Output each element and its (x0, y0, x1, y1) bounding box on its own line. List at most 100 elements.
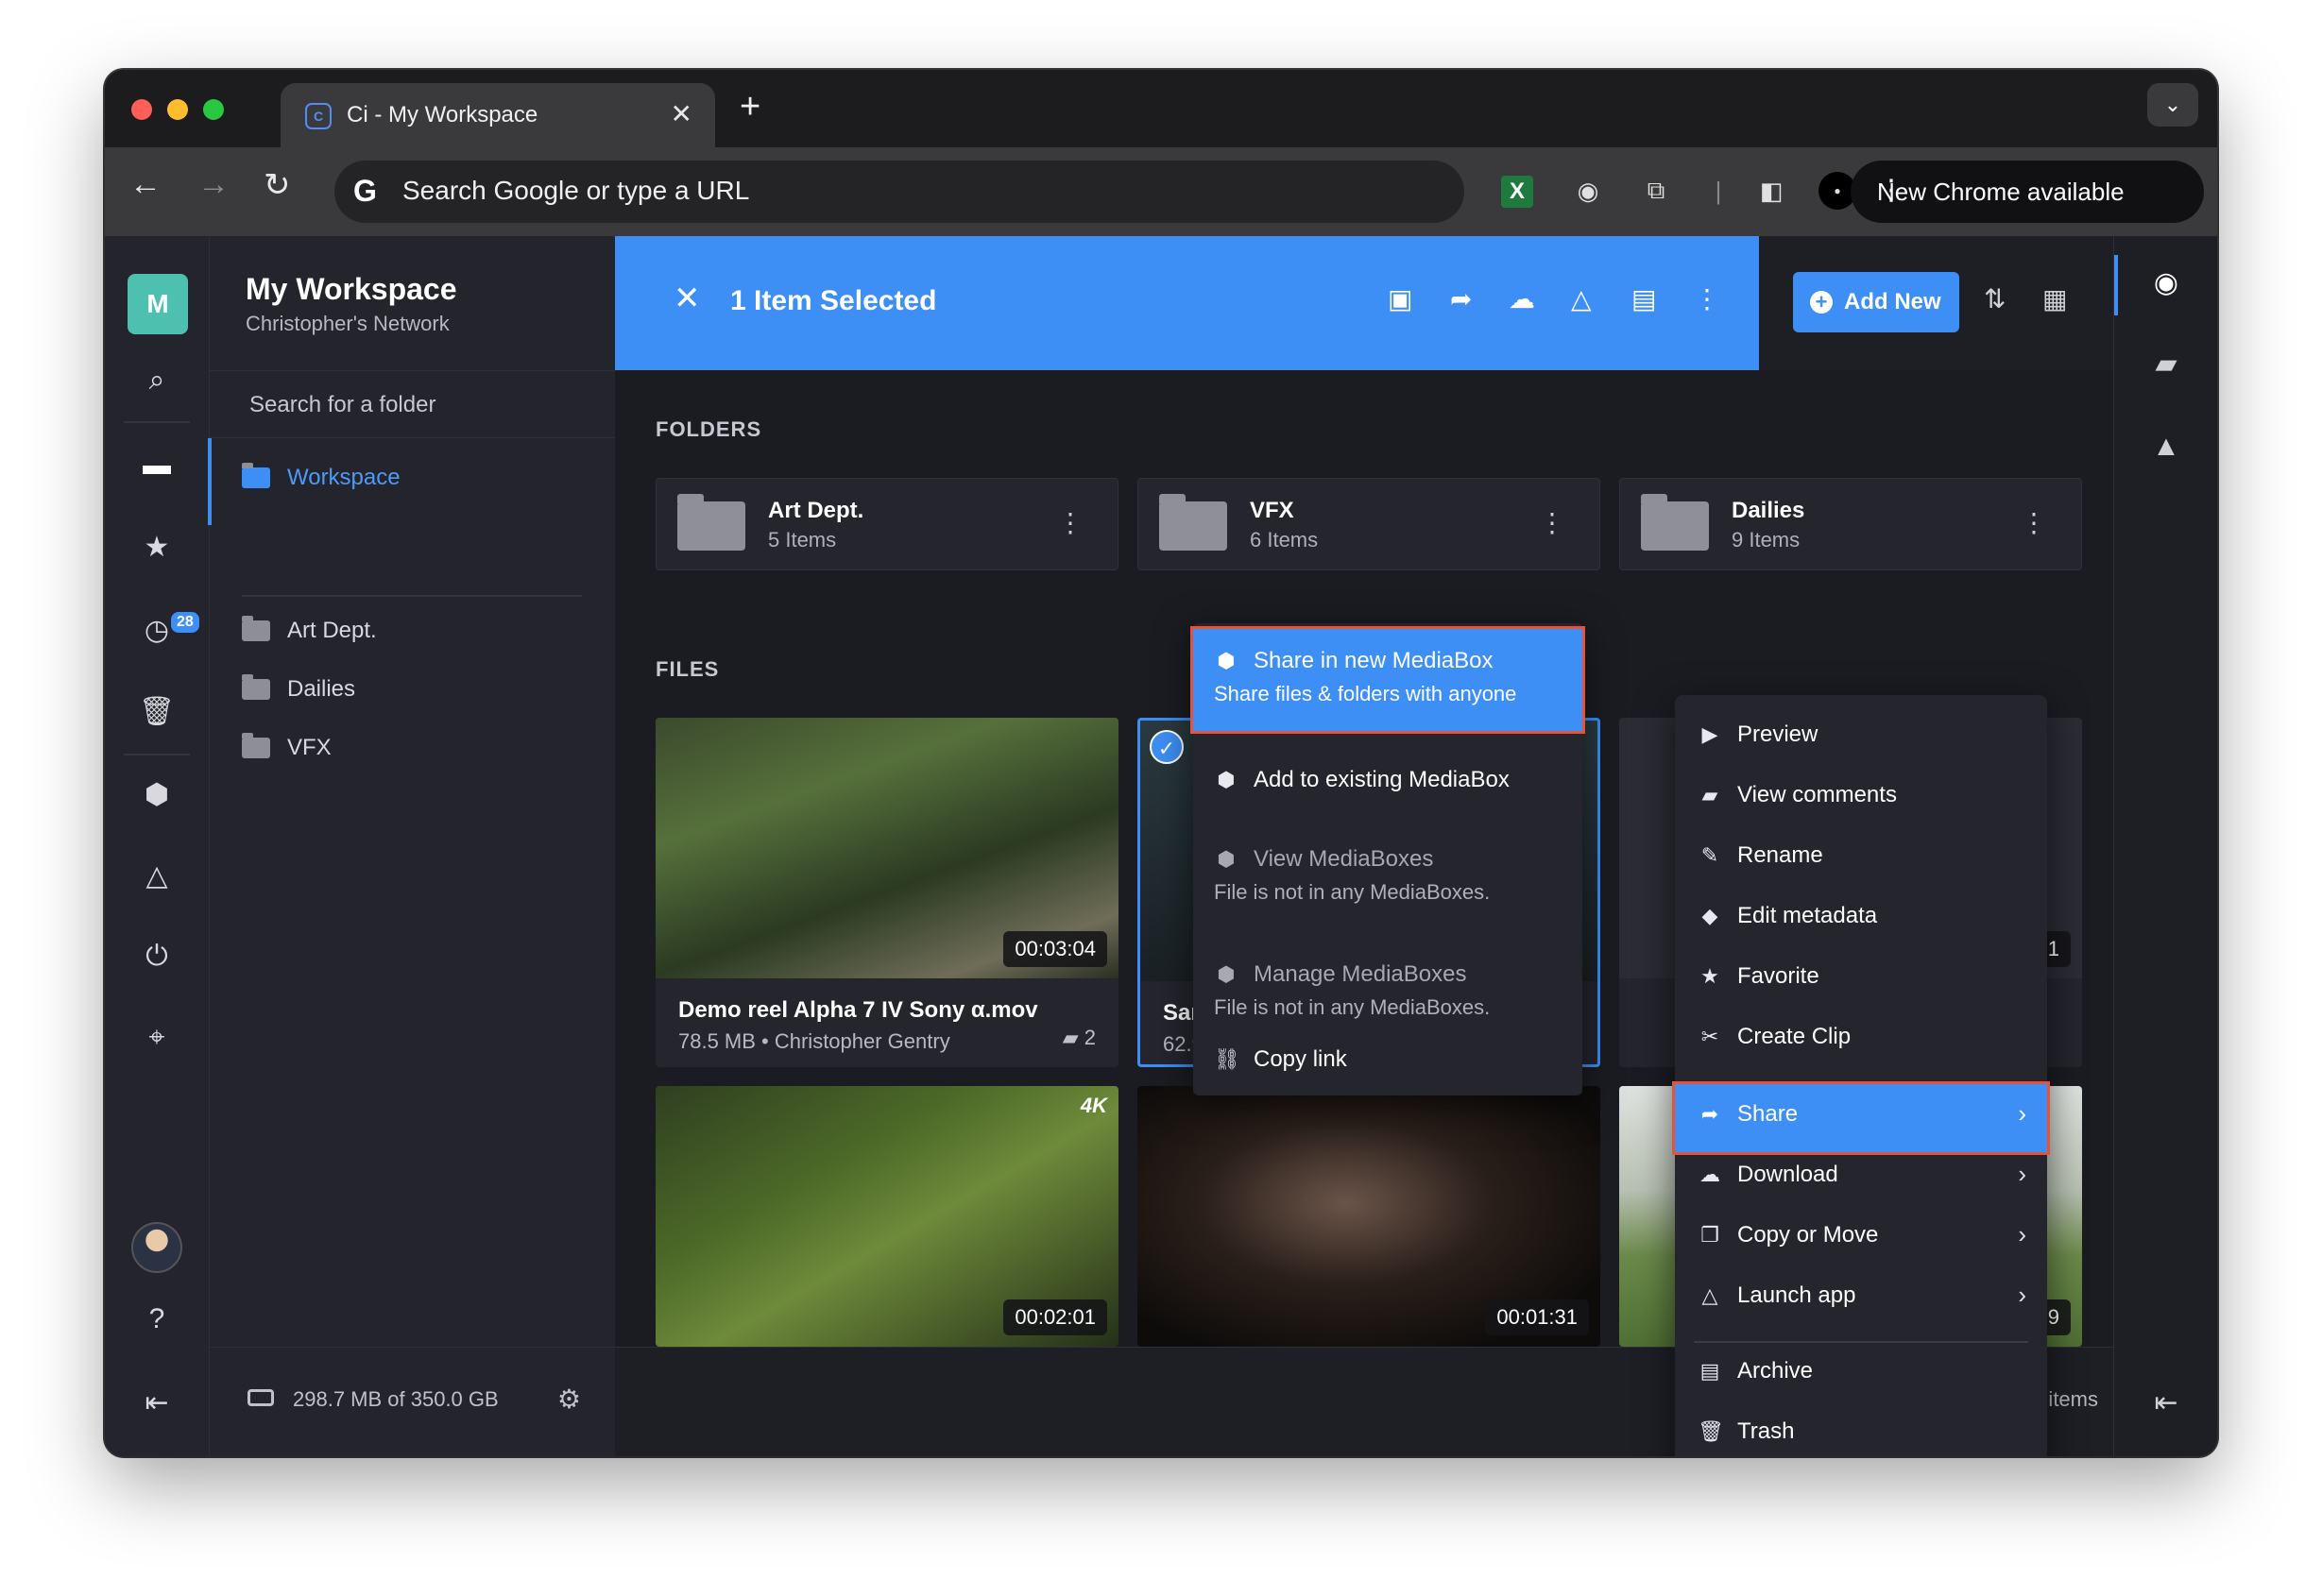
eye-icon[interactable]: ◉ (2114, 266, 2217, 299)
view-comments-item[interactable]: ▰ View comments (1698, 782, 1897, 808)
pencil-icon: ✎ (1700, 843, 1719, 867)
launch-app-item[interactable]: △ Launch app (1698, 1282, 1856, 1309)
excel-extension-icon[interactable]: X (1501, 176, 1533, 208)
create-clip-item[interactable]: ✂ Create Clip (1698, 1024, 1851, 1050)
mediabox-cube-icon: ⬢ (1217, 962, 1236, 986)
back-arrow-icon[interactable]: ← (129, 166, 162, 203)
folder-card[interactable]: VFX 6 Items ⋮ (1137, 478, 1600, 570)
share-in-new-mediabox-item[interactable] (1190, 626, 1585, 734)
selected-check-icon[interactable]: ✓ (1150, 730, 1184, 764)
folder-icon[interactable]: ▬ (105, 450, 209, 482)
archive-icon[interactable]: ▤ (1631, 283, 1656, 314)
image-icon[interactable]: ▣ (1388, 283, 1412, 314)
cloud-download-icon[interactable]: ☁ (1509, 283, 1535, 314)
view-mediaboxes-item[interactable]: ⬢ View MediaBoxes (1214, 846, 1433, 873)
minimize-window-button[interactable] (167, 99, 188, 120)
share-item[interactable]: ➦ Share (1698, 1101, 1798, 1128)
comment-count-value: 2 (1084, 1026, 1096, 1049)
kebab-menu-icon[interactable]: ⋮ (1694, 283, 1720, 314)
file-card[interactable]: 00:01:31 (1137, 1086, 1600, 1347)
help-icon[interactable]: ? (105, 1303, 209, 1335)
launch-app-icon[interactable]: △ (1571, 283, 1592, 314)
grammarly-extension-icon[interactable]: ◉ (1569, 172, 1607, 210)
preview-item[interactable]: ▶ Preview (1698, 722, 1818, 748)
sidebar-item-vfx[interactable]: VFX (242, 733, 332, 761)
user-avatar[interactable] (131, 1222, 182, 1273)
forward-arrow-icon[interactable]: → (197, 166, 230, 203)
sidebar-item-dailies[interactable]: Dailies (242, 674, 355, 703)
close-tab-icon[interactable]: ✕ (671, 98, 692, 129)
new-chrome-available-button[interactable]: New Chrome available ⋮ (1851, 161, 2204, 223)
launch-app-icon[interactable]: △ (105, 859, 209, 892)
address-bar[interactable]: G Search Google or type a URL (334, 161, 1464, 223)
collapse-sidebar-icon[interactable]: ⇤ (105, 1386, 209, 1419)
manage-mediaboxes-item[interactable]: ⬢ Manage MediaBoxes (1214, 961, 1466, 988)
share-arrow-icon: ➦ (1700, 1102, 1719, 1126)
sidebar-item-art-dept[interactable]: Art Dept. (242, 616, 377, 644)
copy-link-item[interactable]: ⛓ Copy link (1214, 1046, 1347, 1073)
copy-or-move-item[interactable]: ❐ Copy or Move (1698, 1222, 1878, 1248)
folder-icon (242, 463, 270, 488)
folder-search-placeholder: Search for a folder (249, 392, 436, 417)
download-item[interactable]: ☁ Download (1698, 1162, 1838, 1188)
tab-search-button[interactable]: ⌄ (2147, 83, 2198, 127)
extensions-puzzle-icon[interactable]: ⧉ (1637, 172, 1675, 210)
kebab-menu-icon[interactable]: ⋮ (2021, 507, 2047, 538)
reload-icon[interactable]: ↻ (264, 166, 291, 204)
folder-card[interactable]: Art Dept. 5 Items ⋮ (656, 478, 1118, 570)
address-bar-placeholder: Search Google or type a URL (402, 176, 750, 205)
add-new-button[interactable]: + Add New (1793, 272, 1959, 332)
gear-icon[interactable]: ⚙ (557, 1384, 581, 1415)
grid-view-icon[interactable]: ▦ (2042, 283, 2067, 314)
workspace-avatar[interactable]: M (128, 274, 188, 334)
star-icon[interactable]: ★ (105, 531, 209, 564)
target-icon[interactable]: ⌖ (105, 1022, 209, 1054)
share-submenu: ⬢ Share in new MediaBox Share files & fo… (1190, 623, 1585, 1095)
active-indicator (208, 438, 212, 525)
menu-label: Copy link (1254, 1046, 1347, 1072)
kebab-menu-icon[interactable]: ⋮ (1057, 507, 1084, 538)
collapse-panel-icon[interactable]: ⇤ (2114, 1386, 2217, 1419)
mediabox-cube-icon: ⬢ (1217, 649, 1236, 672)
share-in-new-mediabox-label[interactable]: ⬢ Share in new MediaBox (1214, 648, 1493, 674)
workspace-subtitle: Christopher's Network (246, 312, 450, 335)
file-card[interactable]: 00:03:04 Demo reel Alpha 7 IV Sony α.mov… (656, 718, 1118, 1067)
trash-icon[interactable]: 🗑 (105, 695, 209, 728)
trash-item[interactable]: 🗑 Trash (1698, 1418, 1794, 1445)
share-arrow-icon[interactable]: ➦ (1450, 283, 1472, 314)
maximize-window-button[interactable] (203, 99, 224, 120)
archive-item[interactable]: ▤ Archive (1698, 1358, 1813, 1384)
kebab-menu-icon[interactable]: ⋮ (1877, 174, 2181, 207)
browser-tab[interactable]: C Ci - My Workspace ✕ (281, 83, 715, 147)
folder-search-input[interactable]: Search for a folder (210, 370, 615, 438)
favorite-item[interactable]: ★ Favorite (1698, 963, 1819, 990)
file-card[interactable]: 4K 00:02:01 (656, 1086, 1118, 1347)
close-window-button[interactable] (131, 99, 152, 120)
search-icon[interactable]: ⌕ (105, 365, 209, 397)
clear-selection-icon[interactable]: ✕ (674, 280, 701, 317)
add-to-existing-mediabox-item[interactable]: ⬢ Add to existing MediaBox (1214, 767, 1509, 793)
shapes-icon[interactable]: ▲ (2114, 431, 2217, 463)
rename-item[interactable]: ✎ Rename (1698, 842, 1823, 869)
comment-count[interactable]: ▰ 2 (1063, 1026, 1096, 1050)
folder-icon (242, 733, 270, 758)
new-tab-button[interactable]: + (740, 87, 760, 127)
edit-metadata-item[interactable]: ◆ Edit metadata (1698, 903, 1878, 929)
mediabox-cube-icon[interactable]: ⬢ (105, 778, 209, 811)
folder-name: Art Dept. (768, 498, 864, 523)
folder-icon (1159, 494, 1227, 551)
side-panel-icon[interactable]: ◧ (1752, 172, 1790, 210)
folder-name: VFX (1250, 498, 1294, 523)
archive-icon: ▤ (1699, 1359, 1720, 1383)
manage-mediaboxes-description: File is not in any MediaBoxes. (1214, 995, 1491, 1019)
folder-card[interactable]: Dailies 9 Items ⋮ (1619, 478, 2082, 570)
power-icon[interactable]: ⏻ (105, 941, 209, 973)
sort-icon[interactable]: ⇅ (1984, 283, 2006, 314)
kebab-menu-icon[interactable]: ⋮ (1539, 507, 1565, 538)
add-new-label: Add New (1844, 289, 1941, 314)
menu-divider (1694, 1341, 2028, 1343)
menu-label: Manage MediaBoxes (1254, 961, 1467, 987)
comment-icon[interactable]: ▰ (2114, 348, 2217, 381)
menu-label: Launch app (1737, 1282, 1856, 1308)
sidebar-item-workspace[interactable]: Workspace (242, 463, 401, 491)
